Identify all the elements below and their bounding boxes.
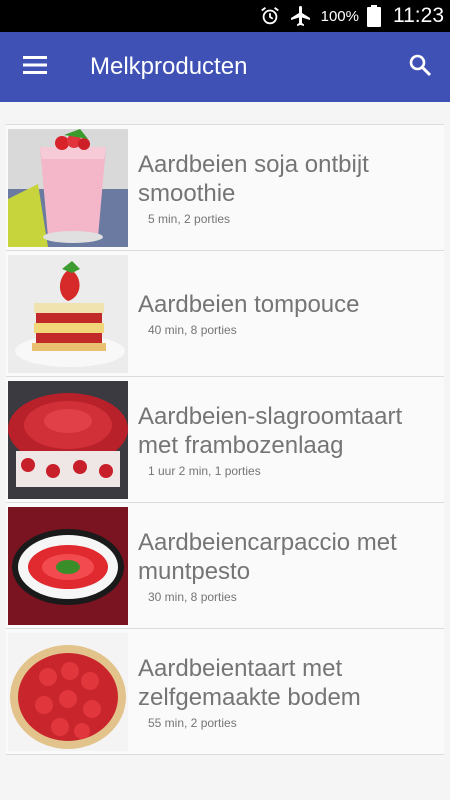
recipe-title-line2: smoothie — [138, 179, 236, 207]
clock: 11:23 — [393, 4, 444, 27]
recipe-item[interactable]: Aardbeien soja ontbijt smoothie 5 min, 2… — [6, 125, 444, 251]
recipe-meta: 40 min, 8 porties — [148, 323, 237, 337]
battery-percentage: 100% — [320, 7, 359, 25]
recipe-item[interactable]: Aardbeien tompouce 40 min, 8 porties — [6, 251, 444, 377]
search-icon — [408, 53, 432, 82]
recipe-title-line2: muntpesto — [138, 557, 251, 585]
smoothie-glass-image — [8, 128, 128, 247]
recipe-list: Aardbeien soja ontbijt smoothie 5 min, 2… — [6, 124, 444, 755]
airplane-icon — [289, 4, 313, 28]
strawberry-carpaccio-plate-image — [8, 506, 128, 625]
recipe-title: Aardbeientaart met — [138, 654, 343, 682]
menu-button[interactable] — [0, 32, 70, 102]
search-button[interactable] — [390, 32, 450, 102]
recipe-title: Aardbeien-slagroomtaart — [138, 402, 403, 430]
recipe-title-line2: met frambozenlaag — [138, 431, 344, 459]
recipe-title: Aardbeien tompouce — [138, 291, 360, 318]
recipe-meta: 55 min, 2 porties — [148, 715, 237, 730]
recipe-title: Aardbeien soja ontbijt — [138, 150, 369, 178]
tompouce-pastry-image — [8, 254, 128, 373]
recipe-item[interactable]: Aardbeientaart met zelfgemaakte bodem 55… — [6, 629, 444, 755]
recipe-meta: 5 min, 2 porties — [148, 211, 231, 226]
strawberry-cream-cake-image — [8, 380, 128, 499]
recipe-meta: 1 uur 2 min, 1 porties — [148, 463, 261, 478]
status-bar: 100% 11:23 — [0, 0, 450, 32]
recipe-title: Aardbeiencarpaccio met — [138, 528, 397, 556]
recipe-meta: 30 min, 8 porties — [148, 589, 237, 604]
strawberry-tart-image — [8, 632, 128, 751]
app-bar: Melkproducten — [0, 32, 450, 102]
recipe-item[interactable]: Aardbeien-slagroomtaart met frambozenlaa… — [6, 377, 444, 503]
menu-icon — [23, 55, 47, 80]
recipe-title-line2: zelfgemaakte bodem — [138, 683, 361, 711]
page-title: Melkproducten — [90, 53, 248, 80]
alarm-icon — [259, 5, 281, 27]
recipe-item[interactable]: Aardbeiencarpaccio met muntpesto 30 min,… — [6, 503, 444, 629]
battery-icon — [367, 5, 381, 27]
